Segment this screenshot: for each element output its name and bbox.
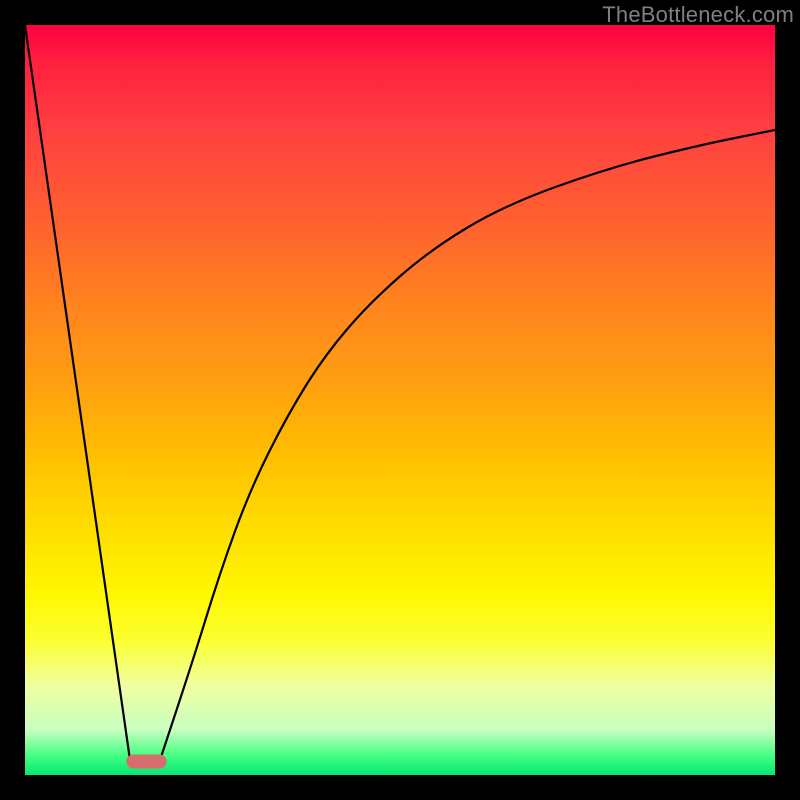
curve-layer — [25, 25, 775, 775]
marker-pill — [126, 755, 167, 769]
plot-area — [25, 25, 775, 775]
curve-right-branch — [160, 130, 775, 760]
chart-container: TheBottleneck.com — [0, 0, 800, 800]
curve-left-branch — [25, 25, 130, 760]
watermark: TheBottleneck.com — [602, 2, 794, 28]
